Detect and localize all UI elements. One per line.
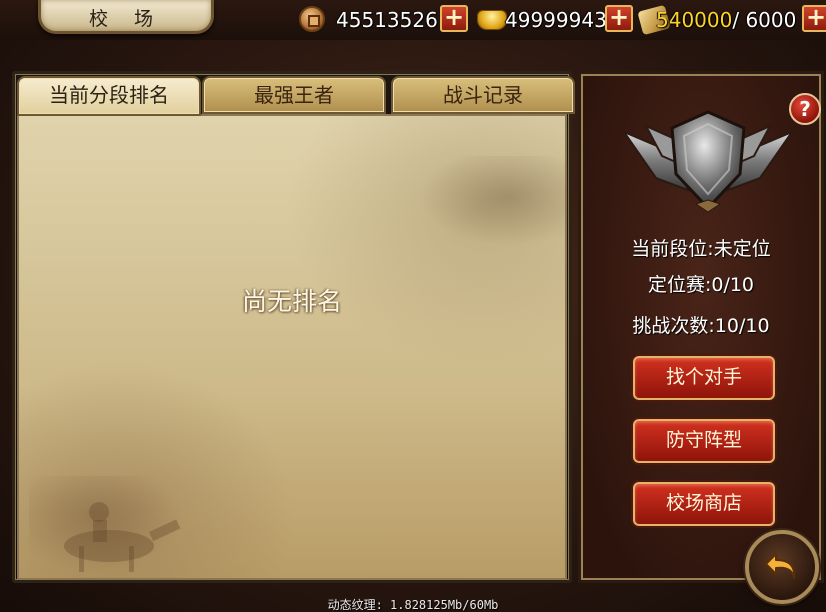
back-arrow-icon — [765, 553, 796, 579]
tab-battle-record[interactable]: 战斗记录 — [391, 76, 575, 114]
rank-emblem-icon — [616, 104, 800, 214]
copper-coin-icon — [299, 6, 325, 32]
tab-strongest-king[interactable]: 最强王者 — [202, 76, 386, 114]
gold-ingot-icon — [477, 10, 507, 30]
rank-info-panel: ? 当前段位:未定位 定位赛:0/10 挑战次数:10/10 找个对手 防守阵型… — [578, 71, 824, 583]
defense-formation-button[interactable]: 防守阵型 — [633, 419, 775, 463]
title-plate: 校 场 — [38, 0, 214, 34]
current-rank-text: 当前段位:未定位 — [631, 238, 771, 260]
troops-decoration — [419, 156, 569, 246]
add-stamina-button[interactable]: + — [802, 5, 826, 32]
find-opponent-button[interactable]: 找个对手 — [633, 356, 775, 400]
gold-amount: 499999436 — [505, 8, 620, 32]
stamina-current: 540000 — [656, 8, 733, 32]
arena-shop-button[interactable]: 校场商店 — [633, 482, 775, 526]
challenge-count-text: 挑战次数:10/10 — [632, 315, 770, 337]
top-bar: 校 场 45513526 + 499999436 + 540000/ 6000 … — [0, 0, 826, 40]
empty-ranking-text: 尚无排名 — [241, 287, 342, 316]
ranking-list-area: 尚无排名 — [17, 114, 569, 580]
add-gold-button[interactable]: + — [605, 5, 633, 32]
tab-current-rank[interactable]: 当前分段排名 — [17, 76, 201, 116]
horse-rider-decoration — [29, 476, 189, 576]
ranking-panel: 当前分段排名 最强王者 战斗记录 尚无排名 — [12, 71, 575, 583]
placement-text: 定位赛:0/10 — [647, 274, 755, 296]
add-copper-button[interactable]: + — [440, 5, 468, 32]
stamina-amount: 540000/ 6000 — [656, 8, 796, 32]
page-title: 校 场 — [88, 8, 164, 30]
stamina-max: / 6000 — [732, 8, 797, 32]
copper-amount: 45513526 — [336, 8, 438, 32]
texture-info-text: 动态纹理: 1.828125Mb/60Mb — [327, 598, 499, 612]
back-button[interactable] — [745, 530, 819, 604]
